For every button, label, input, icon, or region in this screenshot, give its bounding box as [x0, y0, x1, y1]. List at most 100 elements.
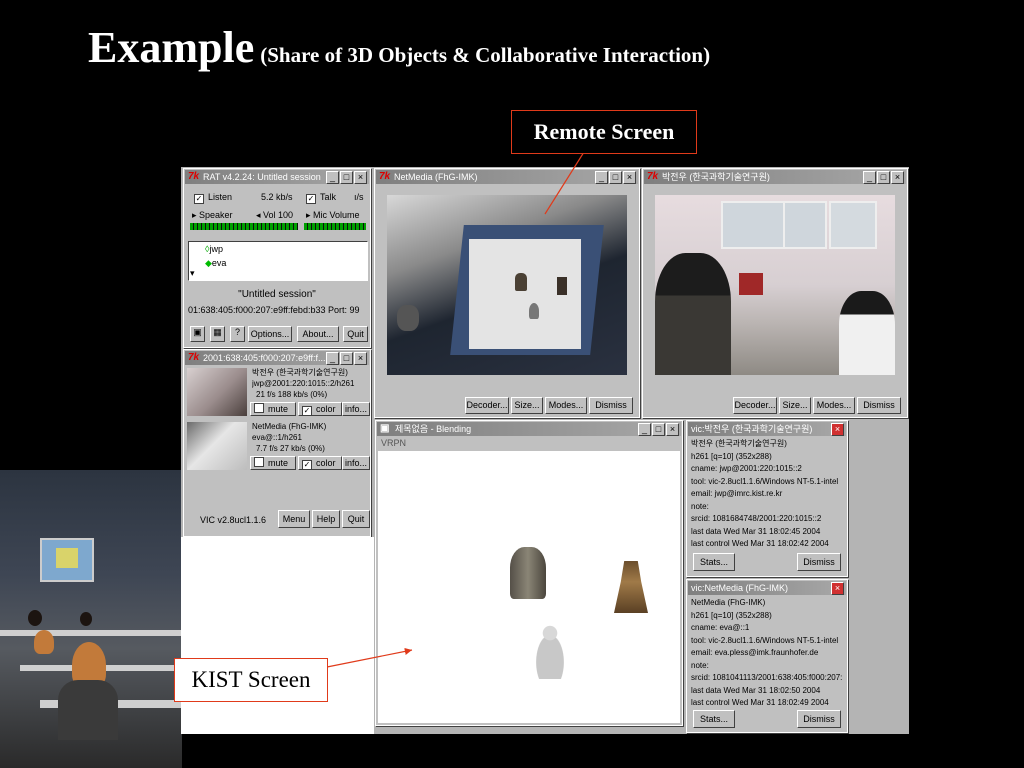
kist-video-feed[interactable]: [655, 195, 895, 375]
mute-checkbox[interactable]: mute: [250, 456, 296, 470]
remote-video-feed[interactable]: [387, 195, 627, 375]
close-button[interactable]: ×: [354, 171, 367, 184]
help-icon[interactable]: ?: [230, 326, 245, 342]
vic-info-window-netmedia: vic:NetMedia (FhG-IMK) × NetMedia (FhG-I…: [686, 579, 848, 733]
participant-eva[interactable]: ◆eva: [205, 258, 226, 269]
grid-icon[interactable]: ▦: [210, 326, 225, 342]
bell-object[interactable]: [510, 547, 546, 599]
speaker-level-meter: [190, 223, 298, 230]
remote-screen-callout: Remote Screen: [511, 110, 697, 154]
rat-titlebar: 7k RAT v4.2.24: Untitled session _ □ ×: [185, 170, 369, 184]
info2-details: NetMedia (FhG-IMK) h261 [q=10] (352x288)…: [691, 597, 845, 710]
person: [28, 610, 42, 626]
options-button[interactable]: Options...: [248, 326, 292, 342]
mic-volume[interactable]: ▸ Mic Volume: [306, 210, 360, 221]
participant-list[interactable]: ◊jwp ◆eva ▾: [188, 241, 368, 281]
listen-checkbox[interactable]: ✓ Listen: [194, 192, 232, 204]
dismiss-button[interactable]: Dismiss: [857, 397, 901, 414]
close-button[interactable]: ×: [354, 352, 367, 365]
modes-button[interactable]: Modes...: [545, 397, 587, 414]
menu-button[interactable]: Menu: [278, 510, 310, 528]
maximize-button[interactable]: □: [609, 171, 622, 184]
maximize-button[interactable]: □: [652, 423, 665, 436]
listen-label: Listen: [208, 192, 233, 202]
participant-jwp[interactable]: ◊jwp: [205, 244, 223, 254]
info1-titlebar: vic:박전우 (한국과학기술연구원) ×: [688, 422, 846, 436]
info-line: h261 [q=10] (352x288): [691, 451, 772, 461]
vic-window: 7k 2001:638:405:f000:207:e9ff:f... _ □ × 박…: [183, 349, 371, 537]
bell-object: [515, 273, 527, 291]
color-checkbox[interactable]: ✓ color: [298, 456, 342, 470]
vrpn-menu[interactable]: VRPN: [381, 438, 406, 448]
talk-checkbox[interactable]: ✓ Talk: [306, 192, 336, 204]
info-line: note:: [691, 660, 709, 670]
color-checkbox[interactable]: ✓ color: [298, 402, 342, 416]
decoder-button[interactable]: Decoder...: [465, 397, 509, 414]
vic-titlebar: 7k 2001:638:405:f000:207:e9ff:f... _ □ ×: [185, 351, 369, 365]
netmedia-video-window: 7k NetMedia (FhG-IMK) _ □ × Decoder... Siz…: [374, 168, 640, 418]
info-line: last control Wed Mar 31 18:02:42 2004: [691, 539, 829, 548]
left-arrow-icon: ◂: [256, 210, 264, 220]
about-button[interactable]: About...: [297, 326, 339, 342]
slide-title: Example (Share of 3D Objects & Collaborat…: [88, 22, 710, 73]
mute-checkbox[interactable]: mute: [250, 402, 296, 416]
quit-button[interactable]: Quit: [342, 510, 370, 528]
minimize-button[interactable]: _: [326, 352, 339, 365]
close-button[interactable]: ×: [623, 171, 636, 184]
size-button[interactable]: Size...: [511, 397, 543, 414]
projection-screen: [40, 538, 94, 582]
close-button[interactable]: ×: [666, 423, 679, 436]
check-icon: ✓: [194, 194, 204, 204]
tk-logo-icon: 7k: [188, 352, 200, 363]
info-button[interactable]: info...: [342, 402, 370, 416]
buddha-object[interactable]: [530, 623, 570, 679]
kist-person-left: [655, 253, 731, 375]
session-name: "Untitled session": [238, 289, 316, 300]
decoder-button[interactable]: Decoder...: [733, 397, 777, 414]
speaker-label: Speaker: [199, 210, 233, 220]
info1-details: 박전우 (한국과학기술연구원) h261 [q=10] (352x288) cn…: [691, 438, 845, 551]
close-button[interactable]: ×: [831, 582, 844, 595]
mic-label: Mic Volume: [313, 210, 360, 220]
remote-buddha-figure: [397, 305, 419, 331]
dismiss-button[interactable]: Dismiss: [797, 710, 841, 728]
modes-button[interactable]: Modes...: [813, 397, 855, 414]
minimize-button[interactable]: _: [863, 171, 876, 184]
minimize-button[interactable]: _: [326, 171, 339, 184]
video-thumbnail-kist[interactable]: [187, 368, 247, 416]
minimize-button[interactable]: _: [638, 423, 651, 436]
video-thumbnail-netmedia[interactable]: [187, 422, 247, 470]
scroll-down-icon[interactable]: ▾: [190, 268, 195, 279]
desktop-blank: [181, 537, 374, 734]
minimize-button[interactable]: _: [595, 171, 608, 184]
person: [58, 680, 118, 740]
talk-rate: ı/s: [354, 192, 364, 202]
close-button[interactable]: ×: [891, 171, 904, 184]
size-button[interactable]: Size...: [779, 397, 811, 414]
quit-button[interactable]: Quit: [343, 326, 368, 342]
maximize-button[interactable]: □: [340, 352, 353, 365]
info-line: last data Wed Mar 31 18:02:50 2004: [691, 685, 821, 695]
speaker-volume[interactable]: ◂ Vol 100: [256, 210, 293, 221]
maximize-button[interactable]: □: [877, 171, 890, 184]
info-button[interactable]: info...: [342, 456, 370, 470]
slide-title-main: Example: [88, 23, 255, 72]
stats-button[interactable]: Stats...: [693, 553, 735, 571]
kist-title: 박전우 (한국과학기술연구원): [662, 172, 770, 182]
info-line: cname: jwp@2001:220:1015::2: [691, 464, 802, 473]
save-icon[interactable]: ▣: [190, 326, 205, 342]
stats-button[interactable]: Stats...: [693, 710, 735, 728]
speaker-toggle[interactable]: ▸ Speaker: [192, 210, 233, 221]
dismiss-button[interactable]: Dismiss: [797, 553, 841, 571]
speaker-diamond-icon: ◆: [205, 258, 212, 268]
help-button[interactable]: Help: [312, 510, 340, 528]
close-button[interactable]: ×: [831, 423, 844, 436]
info-line: note:: [691, 501, 709, 511]
dismiss-button[interactable]: Dismiss: [589, 397, 633, 414]
pagoda-object[interactable]: [614, 561, 648, 613]
vrpn-3d-canvas[interactable]: [378, 451, 680, 723]
pagoda-object: [557, 277, 567, 295]
kist-window-pane: [829, 201, 877, 249]
kist-window-pane: [783, 201, 827, 249]
maximize-button[interactable]: □: [340, 171, 353, 184]
